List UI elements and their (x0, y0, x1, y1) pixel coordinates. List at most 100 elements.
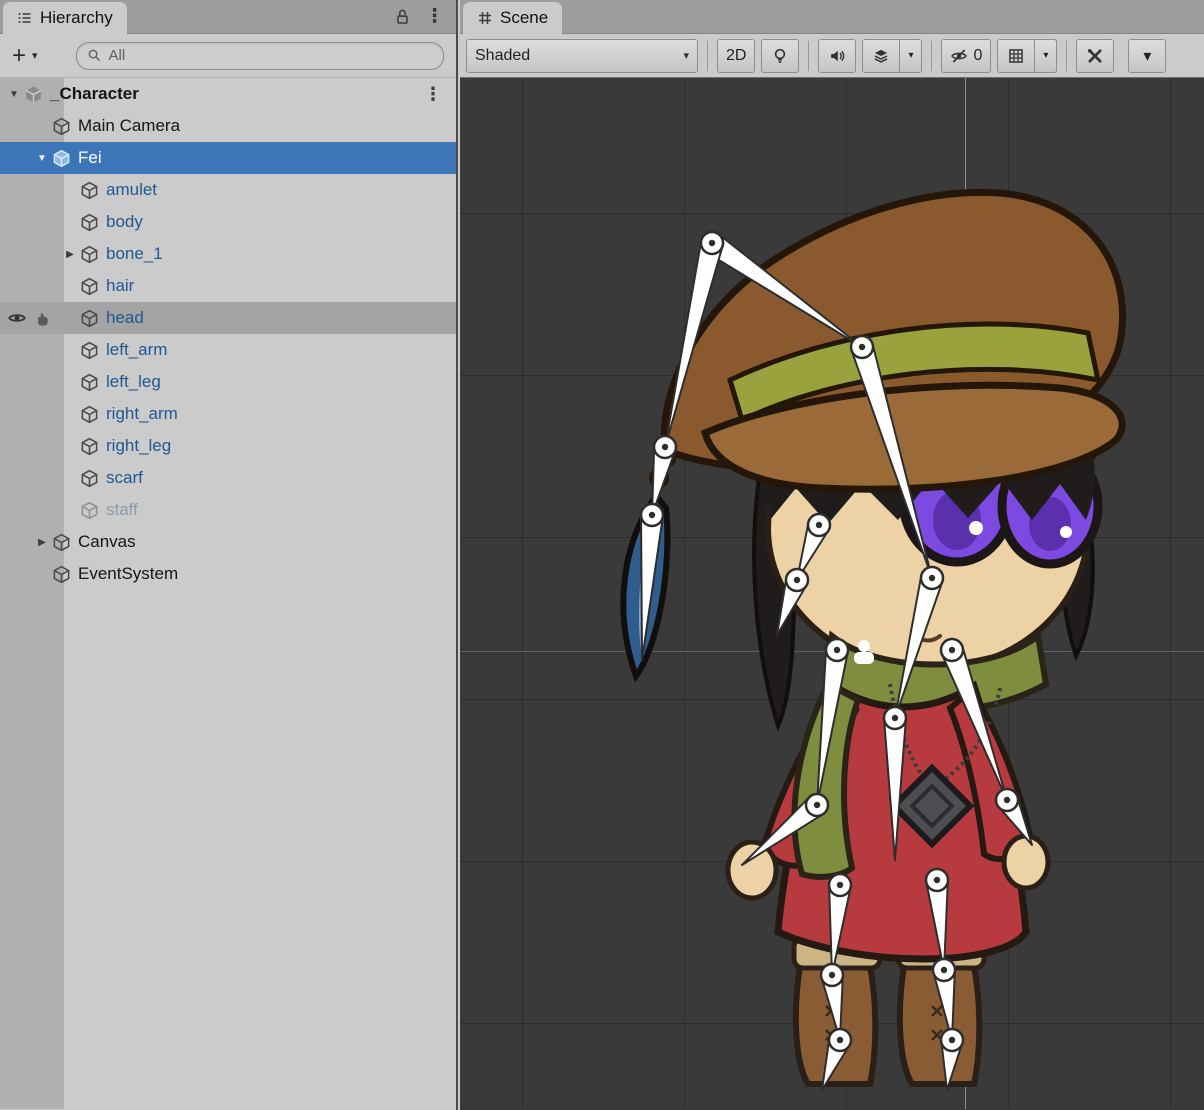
visibility-eye-icon[interactable] (7, 308, 27, 328)
chevron-down-icon: ▾ (1043, 50, 1048, 61)
hierarchy-tree: ▼ _Character ⋮ Main Camera ▼ Fei amulet … (0, 78, 456, 1109)
search-input[interactable]: All (76, 42, 444, 70)
tab-hierarchy-label: Hierarchy (40, 8, 113, 28)
scene-tabbar: Scene (460, 0, 1204, 34)
scene-panel: Scene Shaded ▾ 2D ▾ 0 (460, 0, 1204, 1110)
row-label: right_arm (106, 404, 178, 424)
scene-audio-button[interactable] (818, 39, 856, 73)
row-label: EventSystem (78, 564, 178, 584)
hierarchy-row-canvas[interactable]: ▶ Canvas (0, 526, 456, 558)
shading-mode-dropdown[interactable]: Shaded ▾ (466, 39, 698, 73)
hierarchy-panel: Hierarchy ⋮ + ▾ All ▼ _Character ⋮ Main … (0, 0, 458, 1110)
row-label: head (106, 308, 144, 328)
gameobject-icon (80, 405, 99, 424)
toolbar-separator (931, 41, 932, 71)
gameobject-icon (80, 309, 99, 328)
gameobject-icon (52, 565, 71, 584)
chevron-down-icon: ▾ (683, 49, 689, 62)
scene-effects-dropdown[interactable]: ▾ (900, 39, 922, 73)
row-label: right_leg (106, 436, 171, 456)
effects-layers-icon (872, 47, 890, 65)
toolbar-separator (707, 41, 708, 71)
mode-2d-label: 2D (726, 47, 746, 65)
gameobject-icon (80, 469, 99, 488)
tab-scene[interactable]: Scene (463, 2, 562, 34)
shading-mode-label: Shaded (475, 47, 530, 65)
tab-hierarchy[interactable]: Hierarchy (3, 2, 127, 34)
light-bulb-icon (771, 47, 789, 65)
scene-viewport[interactable] (460, 78, 1204, 1109)
row-label: Canvas (78, 532, 136, 552)
scene-effects-button[interactable] (862, 39, 900, 73)
foldout-collapsed-icon[interactable]: ▶ (32, 537, 52, 548)
hierarchy-row-right-arm[interactable]: right_arm (0, 398, 456, 430)
picking-hand-icon[interactable] (32, 308, 52, 328)
hierarchy-list-icon (17, 10, 33, 26)
toolbar-separator (808, 41, 809, 71)
hierarchy-toolbar: + ▾ All (0, 34, 456, 78)
hierarchy-row-amulet[interactable]: amulet (0, 174, 456, 206)
hierarchy-row-right-leg[interactable]: right_leg (0, 430, 456, 462)
row-label: left_arm (106, 340, 167, 360)
row-label: _Character (50, 84, 139, 104)
foldout-collapsed-icon[interactable]: ▶ (60, 249, 80, 260)
hierarchy-row-left-leg[interactable]: left_leg (0, 366, 456, 398)
search-text: All (109, 47, 126, 64)
lock-icon[interactable] (393, 8, 411, 26)
hierarchy-row-scarf[interactable]: scarf (0, 462, 456, 494)
gameobject-icon (52, 117, 71, 136)
hierarchy-row-fei[interactable]: ▼ Fei (0, 142, 456, 174)
toolbar-separator (1066, 41, 1067, 71)
foldout-expanded-icon[interactable]: ▼ (32, 153, 52, 164)
row-label: bone_1 (106, 244, 163, 264)
scene-tools-button[interactable] (1076, 39, 1114, 73)
crossed-tools-icon (1086, 47, 1104, 65)
search-icon (87, 48, 102, 63)
toolbar-overflow-dropdown[interactable]: ▾ (1128, 39, 1166, 73)
row-label: left_leg (106, 372, 161, 392)
hierarchy-row-left-arm[interactable]: left_arm (0, 334, 456, 366)
row-label: amulet (106, 180, 157, 200)
chevron-down-icon: ▾ (1143, 46, 1151, 66)
gameobject-icon (80, 213, 99, 232)
grid-visibility-button[interactable] (997, 39, 1035, 73)
chevron-down-icon: ▾ (908, 50, 913, 61)
eye-slash-icon (950, 47, 968, 65)
gameobject-icon (80, 373, 99, 392)
hierarchy-row-body[interactable]: body (0, 206, 456, 238)
prefab-icon (52, 149, 71, 168)
scene-lighting-button[interactable] (761, 39, 799, 73)
add-object-button[interactable]: + (10, 44, 28, 68)
hidden-objects-count: 0 (973, 47, 982, 65)
hierarchy-tabbar: Hierarchy ⋮ (0, 0, 456, 34)
scene-options-icon[interactable]: ⋮ (424, 84, 456, 105)
gameobject-icon (52, 533, 71, 552)
hierarchy-menu-icon[interactable]: ⋮ (425, 7, 444, 26)
gameobject-icon (80, 501, 99, 520)
gameobject-icon (80, 437, 99, 456)
row-label: Fei (78, 148, 102, 168)
hierarchy-row-bone-1[interactable]: ▶ bone_1 (0, 238, 456, 270)
gameobject-icon (80, 245, 99, 264)
row-label: scarf (106, 468, 143, 488)
hierarchy-row-staff[interactable]: staff (0, 494, 456, 526)
gameobject-icon (80, 341, 99, 360)
speaker-icon (828, 47, 846, 65)
add-object-caret-icon[interactable]: ▾ (32, 49, 38, 62)
hidden-objects-button[interactable]: 0 (941, 39, 991, 73)
grid-icon (1007, 47, 1025, 65)
foldout-expanded-icon[interactable]: ▼ (4, 89, 24, 100)
row-label: Main Camera (78, 116, 180, 136)
grid-settings-dropdown[interactable]: ▾ (1035, 39, 1057, 73)
unity-scene-icon (24, 85, 43, 104)
hierarchy-row-main-camera[interactable]: Main Camera (0, 110, 456, 142)
row-label: staff (106, 500, 138, 520)
row-label: hair (106, 276, 134, 296)
hierarchy-row-head[interactable]: head (0, 302, 456, 334)
hierarchy-row-eventsystem[interactable]: EventSystem (0, 558, 456, 590)
gameobject-icon (80, 181, 99, 200)
row-label: body (106, 212, 143, 232)
mode-2d-button[interactable]: 2D (717, 39, 755, 73)
hierarchy-row-character[interactable]: ▼ _Character ⋮ (0, 78, 456, 110)
hierarchy-row-hair[interactable]: hair (0, 270, 456, 302)
